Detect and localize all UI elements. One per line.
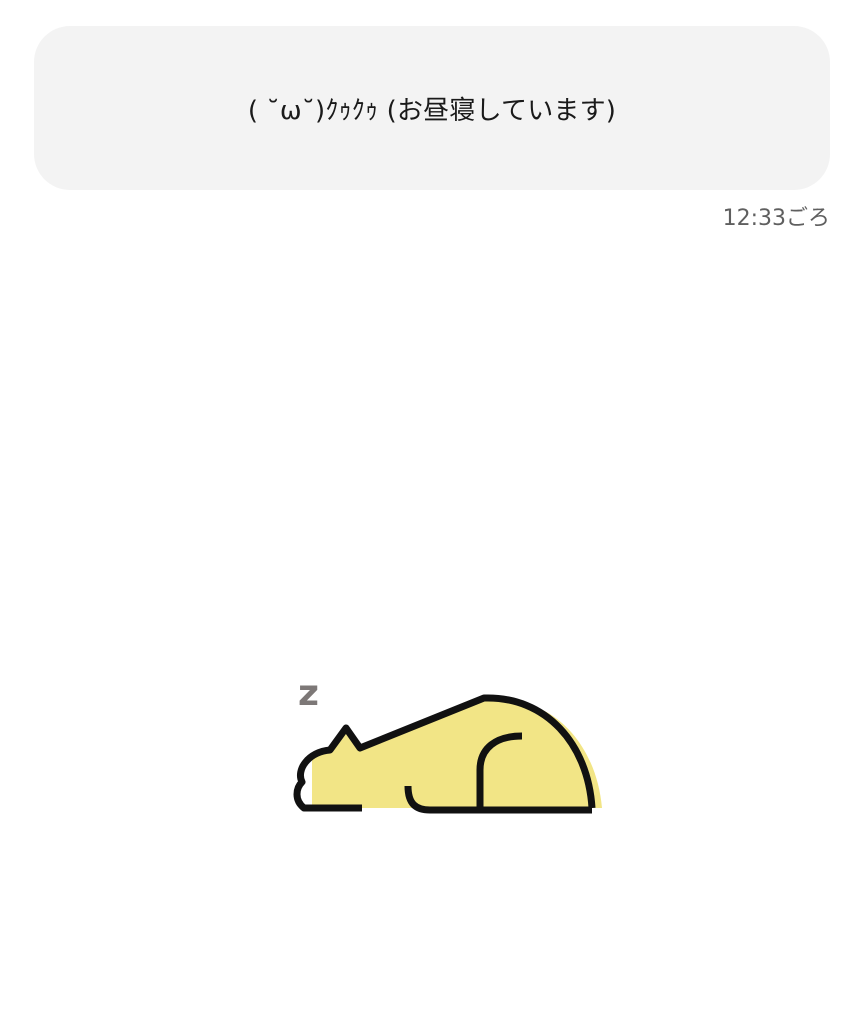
- status-timestamp: 12:33ごろ: [722, 206, 830, 231]
- status-message-card: ( ˘ω˘)ｸｩｸｩ (お昼寝しています): [34, 26, 830, 190]
- sleep-z-icon: z: [298, 673, 319, 714]
- sleeping-cat-icon: [293, 694, 602, 814]
- status-message-text: ( ˘ω˘)ｸｩｸｩ (お昼寝しています): [247, 95, 617, 126]
- sleeping-cat-illustration: z: [290, 670, 610, 830]
